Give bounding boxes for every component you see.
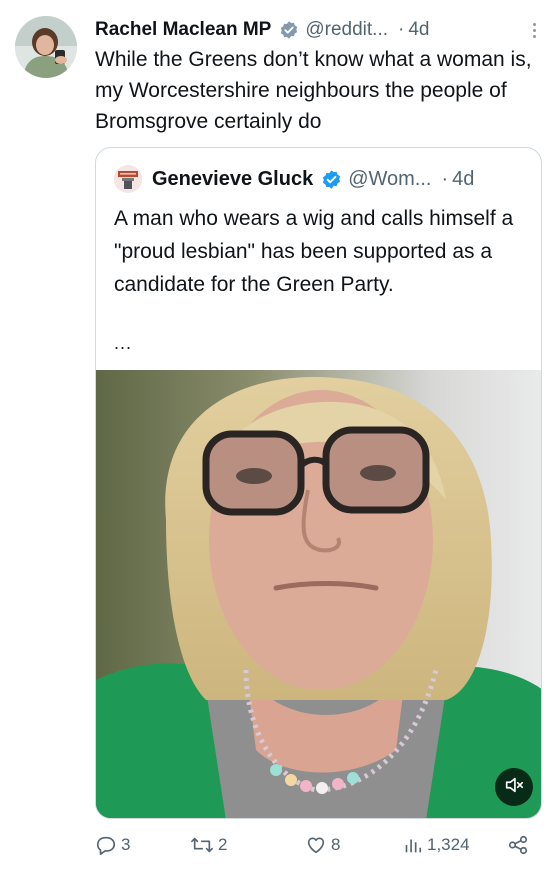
quoted-ellipsis: ... — [114, 333, 133, 353]
author-name[interactable]: Rachel Maclean MP — [95, 19, 271, 41]
heart-icon — [305, 834, 327, 856]
quoted-header: Genevieve Gluck @Wom... · 4d — [114, 164, 529, 194]
retweet-icon — [190, 834, 214, 856]
views-icon — [403, 834, 423, 856]
quoted-video[interactable] — [96, 370, 541, 818]
quoted-tweet[interactable]: Genevieve Gluck @Wom... · 4d A man who w… — [95, 147, 542, 819]
share-button[interactable] — [507, 834, 529, 856]
video-frame — [96, 370, 541, 818]
quoted-text: A man who wears a wig and calls himself … — [114, 207, 514, 296]
more-icon[interactable] — [523, 18, 545, 42]
speaker-muted-icon — [503, 774, 525, 801]
views-count: 1,324 — [427, 835, 470, 854]
tweet-header: Rachel Maclean MP @reddit... · 4d — [95, 14, 545, 46]
quoted-author-handle: @Wom... — [348, 167, 432, 190]
quoted-separator-dot: · — [441, 167, 449, 190]
quoted-verified-icon — [321, 169, 342, 190]
quoted-author-name: Genevieve Gluck — [152, 167, 314, 190]
reply-button[interactable]: 3 — [95, 834, 130, 856]
views-button[interactable]: 1,324 — [403, 834, 470, 856]
reply-count: 3 — [121, 835, 131, 854]
quoted-avatar — [114, 165, 142, 193]
like-button[interactable]: 8 — [305, 834, 340, 856]
like-count: 8 — [331, 835, 341, 854]
comment-icon — [95, 834, 117, 856]
mute-button[interactable] — [495, 768, 533, 806]
separator-dot: · — [398, 19, 405, 40]
author-handle[interactable]: @reddit... — [305, 19, 388, 41]
quoted-age: 4d — [452, 167, 475, 190]
retweet-button[interactable]: 2 — [190, 834, 227, 856]
author-photo — [15, 16, 77, 78]
verified-icon — [279, 20, 299, 40]
retweet-count: 2 — [218, 835, 228, 854]
tweet-actions: 3 2 8 1,324 — [95, 830, 535, 864]
author-avatar[interactable] — [15, 16, 77, 78]
tweet-text: While the Greens don’t know what a woman… — [95, 48, 532, 133]
tweet-age[interactable]: 4d — [408, 19, 429, 41]
share-icon — [507, 834, 529, 856]
tweet[interactable]: Rachel Maclean MP @reddit... · 4d While … — [0, 0, 555, 872]
